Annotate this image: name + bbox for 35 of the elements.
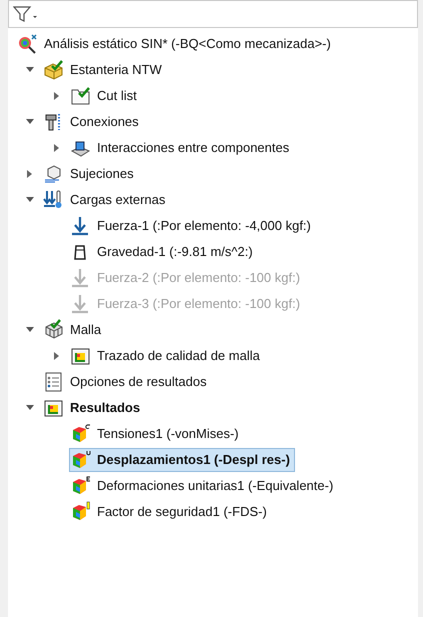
tree-item[interactable]: Cut list bbox=[69, 84, 142, 108]
tree-item[interactable]: Interacciones entre componentes bbox=[69, 136, 294, 160]
part-icon bbox=[43, 59, 65, 81]
tree-item[interactable]: Factor de seguridad1 (-FDS-) bbox=[69, 500, 272, 524]
magnifier-icon bbox=[17, 33, 39, 55]
tree-item[interactable]: Fuerza-1 (:Por elemento: -4,000 kgf:) bbox=[69, 214, 316, 238]
plot-icon bbox=[70, 475, 92, 497]
tree-item[interactable]: Estanteria NTW bbox=[42, 58, 167, 82]
tree-item[interactable]: Gravedad-1 (:-9.81 m/s^2:) bbox=[69, 240, 258, 264]
collapse-arrow-icon[interactable] bbox=[26, 197, 34, 203]
tree-item[interactable]: Tensiones1 (-vonMises-) bbox=[69, 422, 244, 446]
mesh-icon bbox=[43, 319, 65, 341]
filter-icon[interactable] bbox=[13, 5, 39, 23]
tree-item[interactable]: Cargas externas bbox=[42, 188, 170, 212]
expand-arrow-icon[interactable] bbox=[27, 170, 33, 178]
expand-arrow-icon[interactable] bbox=[54, 92, 60, 100]
collapse-arrow-icon[interactable] bbox=[26, 119, 34, 125]
plot-icon bbox=[70, 501, 92, 523]
tree-item[interactable]: Resultados bbox=[42, 396, 146, 420]
collapse-arrow-icon[interactable] bbox=[26, 67, 34, 73]
tree-item[interactable]: Trazado de calidad de malla bbox=[69, 344, 265, 368]
tree-item[interactable]: Análisis estático SIN* (-BQ<Como mecanizada>-) bbox=[16, 32, 336, 56]
expand-arrow-icon[interactable] bbox=[54, 352, 60, 360]
tree-item[interactable]: Opciones de resultados bbox=[42, 370, 212, 394]
folder-check-icon bbox=[70, 85, 92, 107]
plot-icon bbox=[70, 423, 92, 445]
tree-item[interactable]: Sujeciones bbox=[42, 162, 139, 186]
tree-item[interactable]: Deformaciones unitarias1 (-Equivalente-) bbox=[69, 474, 338, 498]
collapse-arrow-icon[interactable] bbox=[26, 405, 34, 411]
plot-icon bbox=[70, 449, 92, 471]
expand-arrow-icon[interactable] bbox=[54, 144, 60, 152]
tree-item[interactable]: Desplazamientos1 (-Despl res-) bbox=[69, 448, 295, 472]
collapse-arrow-icon[interactable] bbox=[26, 327, 34, 333]
tree-item[interactable]: Malla bbox=[42, 318, 106, 342]
tree-item[interactable]: Conexiones bbox=[42, 110, 144, 134]
